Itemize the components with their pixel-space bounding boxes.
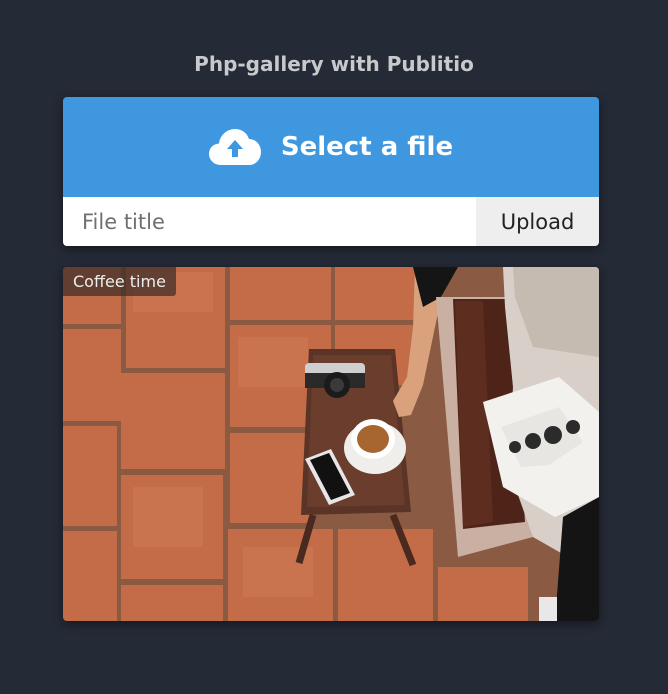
image-caption: Coffee time (63, 267, 176, 296)
upload-row: Upload (63, 197, 599, 246)
file-title-input[interactable] (63, 197, 476, 246)
cloud-upload-icon (208, 128, 261, 166)
gallery-item[interactable]: Coffee time (63, 267, 599, 621)
select-file-label: Select a file (280, 132, 454, 162)
upload-card: Select a file Upload (63, 97, 599, 246)
gallery-image (63, 267, 599, 621)
upload-button[interactable]: Upload (476, 197, 599, 246)
select-file-button[interactable]: Select a file (63, 97, 599, 197)
page-title: Php-gallery with Publitio (194, 52, 474, 76)
